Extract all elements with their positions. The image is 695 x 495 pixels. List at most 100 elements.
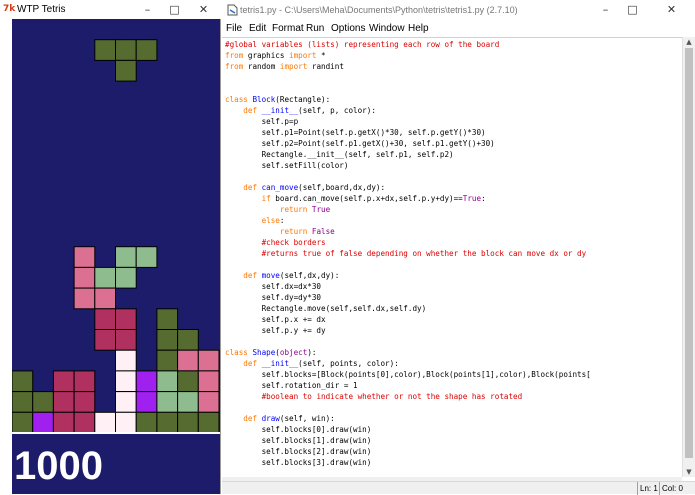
tetris-block [156,370,179,393]
score-value: 1000 [14,444,103,488]
scrollbar-thumb[interactable] [685,48,693,458]
code-token: import [289,51,317,60]
menu-window[interactable]: Window [369,23,405,35]
menu-format[interactable]: Format [272,23,304,35]
code-token: if [261,194,271,203]
code-line: def __init__(self, points, color): [225,358,399,369]
code-token: self.blocks[1].draw(win) [225,436,372,445]
code-token: (self, p, color): [298,106,376,115]
code-token: import [279,62,308,71]
code-token: (self,board,dx,dy): [298,183,386,192]
code-line: self.p.y += dy [225,325,326,336]
tetris-block [73,287,96,310]
tetris-block [177,349,199,372]
close-button[interactable]: ✕ [190,0,217,19]
menu-run[interactable]: Run [306,23,324,35]
code-token: ): [307,348,317,357]
tetris-board[interactable]: 1000 [12,19,220,494]
code-line: else: [225,215,285,226]
code-token: def [243,359,258,368]
code-token: class [225,95,248,104]
tetris-block [115,411,137,432]
code-token: self.p1=Point(self.p.getX()*30, self.p.g… [225,128,486,137]
code-token: #returns true of false depending on whet… [261,249,587,258]
scroll-up-arrow-icon[interactable]: ▲ [683,37,695,47]
tetris-block [156,391,179,413]
tetris-block [94,329,117,351]
code-line: self.dy=dy*30 [225,292,321,303]
code-token: self.blocks[2].draw(win) [225,447,372,456]
code-line: def __init__(self, p, color): [225,105,376,116]
menu-options[interactable]: Options [331,23,365,35]
editor-titlebar[interactable]: tetris1.py - C:\Users\Meha\Documents\Pyt… [222,0,695,21]
status-line: Ln: 1 [637,482,659,495]
code-line: self.rotation_dir = 1 [225,380,358,391]
tetris-block [94,308,117,330]
code-token: graphics [243,51,290,60]
code-editor[interactable]: #global variables (lists) representing e… [222,37,682,477]
code-token: #global variables (lists) representing e… [225,40,500,49]
close-button[interactable]: ✕ [658,0,685,19]
tetris-titlebar[interactable]: 7k WTP Tetris – □ ✕ [0,0,221,19]
code-line: def draw(self, win): [225,413,334,424]
code-token: Rectangle.move(self,self.dx,self.dy) [225,304,427,313]
code-token: return [279,227,308,236]
code-token: True [311,205,331,214]
menu-edit[interactable]: Edit [249,23,266,35]
vertical-scrollbar[interactable]: ▲ ▼ [682,37,695,477]
code-line: return False [225,226,335,237]
tetris-block [32,391,54,413]
tetris-block [177,411,199,432]
code-token: from [225,51,244,60]
code-token: self.blocks=[Block(points[0],color),Bloc… [225,370,591,379]
tetris-block [73,370,96,393]
code-token: Rectangle.__init__(self, self.p1, self.p… [225,150,454,159]
maximize-button[interactable]: □ [161,0,188,19]
code-line: from graphics import * [225,50,326,61]
code-token: * [316,51,326,60]
code-token: __init__ [261,106,299,115]
tetris-block [94,39,117,61]
score-divider [12,432,220,434]
code-line: from random import randint [225,61,344,72]
code-token: from [225,62,244,71]
board-grid [12,39,220,432]
code-line: self.p2=Point(self.p1.getX()+30, self.p1… [225,138,495,149]
code-token: Shape [252,348,276,357]
tetris-block [156,329,179,351]
maximize-button[interactable]: □ [619,0,646,19]
minimize-button[interactable]: – [592,0,619,19]
status-column: Col: 0 [659,482,695,495]
code-line: def move(self,dx,dy): [225,270,339,281]
code-token: random [243,62,280,71]
editor-window-title: tetris1.py - C:\Users\Meha\Documents\Pyt… [240,5,518,15]
code-line: self.blocks[3].draw(win) [225,457,372,468]
code-token: object [279,348,308,357]
code-line: def can_move(self,board,dx,dy): [225,182,385,193]
tetris-block [12,370,34,393]
tetris-window: 7k WTP Tetris – □ ✕ 1000 [0,0,221,494]
scroll-down-arrow-icon[interactable]: ▼ [683,467,695,477]
tetris-block [197,391,220,413]
menu-file[interactable]: File [226,23,242,35]
menu-help[interactable]: Help [408,23,429,35]
idle-editor-window: tetris1.py - C:\Users\Meha\Documents\Pyt… [222,0,695,495]
tetris-block [156,349,179,372]
code-line: Rectangle.move(self,self.dx,self.dy) [225,303,427,314]
code-token: class [225,348,248,357]
code-line: #check borders [225,237,326,248]
code-token: self.p.y += dy [225,326,326,335]
minimize-button[interactable]: – [134,0,161,19]
tetris-block [135,39,158,61]
code-token: (self, points, color): [298,359,399,368]
code-line: self.p1=Point(self.p.getX()*30, self.p.g… [225,127,486,138]
code-line: self.setFill(color) [225,160,349,171]
code-token: True [462,194,482,203]
code-line: self.blocks=[Block(points[0],color),Bloc… [225,369,591,380]
tetris-block [197,370,220,393]
